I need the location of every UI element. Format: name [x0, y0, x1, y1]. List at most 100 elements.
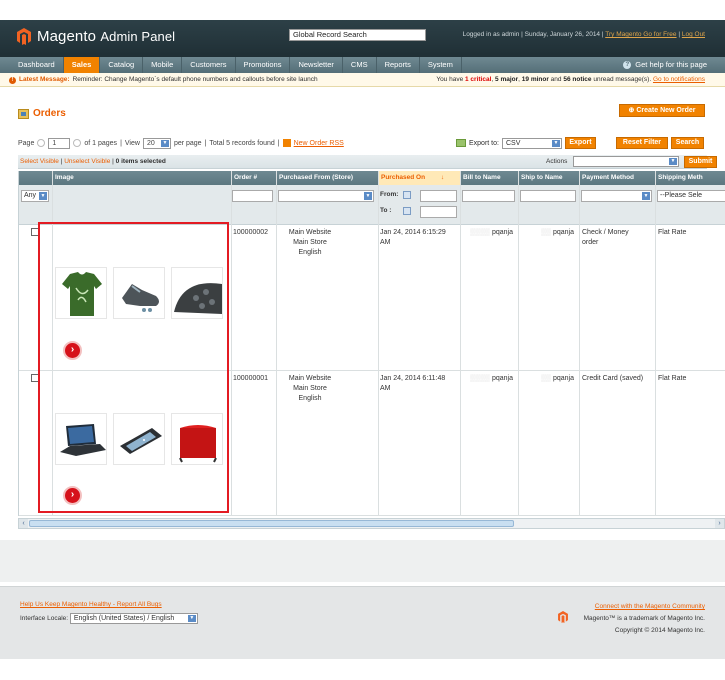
notifications-link[interactable]: Go to notifications	[653, 76, 705, 83]
page-number-input[interactable]: 1	[48, 137, 71, 149]
export-to-label: Export to:	[469, 139, 499, 147]
export-icon	[456, 139, 466, 147]
global-search-input[interactable]: Global Record Search	[289, 29, 426, 41]
create-new-order-label: Create New Order	[636, 107, 696, 114]
header-order-number[interactable]: Order #	[231, 171, 276, 185]
copyright-text: Copyright © 2014 Magento Inc.	[614, 627, 705, 634]
nav-cms[interactable]: CMS	[343, 57, 377, 73]
magento-logo[interactable]: Magento Admin Panel	[17, 28, 175, 45]
grid-filter-row: Any ▼ ▼ From: To : ▼ --Please Sele	[19, 185, 725, 225]
purchased-from-cell: Main Website Main Store English	[278, 374, 342, 404]
unselect-visible-link[interactable]: Unselect Visible	[64, 158, 110, 165]
nav-reports[interactable]: Reports	[377, 57, 420, 73]
massaction-filter-select[interactable]: Any ▼	[21, 190, 49, 202]
scroll-right-icon[interactable]: ›	[715, 519, 724, 528]
export-controls: Export to: CSV ▼ Export Reset Filter Sea…	[456, 137, 704, 149]
export-format-select[interactable]: CSV ▼	[501, 137, 562, 149]
header-purchased-from[interactable]: Purchased From (Store)	[276, 171, 378, 185]
column-divider	[518, 171, 519, 516]
report-bugs-link[interactable]: Help Us Keep Magento Healthy - Report Al…	[20, 601, 162, 608]
select-visible-link[interactable]: Select Visible	[20, 158, 59, 165]
per-page-select[interactable]: 20 ▼	[142, 137, 171, 149]
search-button[interactable]: Search	[670, 137, 704, 149]
header-date: Sunday, January 26, 2014	[524, 31, 601, 38]
column-divider	[655, 171, 656, 516]
export-button[interactable]: Export	[564, 137, 596, 149]
nav-promotions[interactable]: Promotions	[236, 57, 291, 73]
shipping-filter-select[interactable]: --Please Sele	[657, 190, 725, 202]
header-ship-to[interactable]: Ship to Name	[518, 171, 579, 185]
massaction-bar: Select Visible | Unselect Visible | 0 it…	[18, 155, 717, 169]
export-format-value: CSV	[505, 139, 521, 147]
header-image[interactable]: Image	[52, 171, 231, 185]
header-payment-method[interactable]: Payment Method	[579, 171, 655, 185]
nav-customers[interactable]: Customers	[182, 57, 236, 73]
calendar-to-icon[interactable]	[403, 207, 411, 215]
store-name: Main Store	[293, 385, 327, 392]
date-to-input[interactable]	[420, 206, 457, 218]
logo-title: Magento	[37, 28, 97, 45]
header-shipping-method[interactable]: Shipping Meth	[655, 171, 725, 185]
date-from-input[interactable]	[420, 190, 457, 202]
store-website: Main Website	[288, 375, 332, 382]
bill-to-name: ▒▒▒▒ pqanja	[470, 229, 513, 236]
nav-newsletter[interactable]: Newsletter	[290, 57, 343, 73]
nav-catalog[interactable]: Catalog	[100, 57, 144, 73]
actions-select[interactable]: ▼	[573, 156, 679, 167]
new-order-rss-link[interactable]: New Order RSS	[294, 140, 344, 147]
store-filter-select[interactable]: ▼	[278, 190, 374, 202]
community-link[interactable]: Connect with the Magento Community	[595, 603, 705, 610]
shipping-method: Flat Rate	[658, 229, 687, 236]
store-view: English	[298, 249, 322, 256]
nav-system[interactable]: System	[420, 57, 462, 73]
view-label: View	[124, 139, 140, 147]
order-number-filter[interactable]	[232, 190, 273, 202]
logout-link[interactable]: Log Out	[682, 31, 705, 38]
locale-value: English (United States) / English	[73, 615, 175, 622]
plus-icon: ⊕	[628, 107, 635, 114]
bill-to-name: ▒▒▒▒ pqanja	[470, 375, 513, 382]
pager: Page 1 of 1 pages | View 20 ▼ per page |…	[18, 137, 344, 149]
nav-dashboard[interactable]: Dashboard	[0, 57, 64, 73]
help-icon: ?	[623, 61, 632, 69]
scrollbar-thumb[interactable]	[29, 520, 514, 527]
chevron-down-icon: ▼	[160, 139, 169, 147]
create-new-order-button[interactable]: ⊕ Create New Order	[619, 104, 705, 117]
nav-sales[interactable]: Sales	[63, 57, 101, 73]
any-value: Any	[24, 192, 37, 199]
help-link[interactable]: ? Get help for this page	[623, 57, 707, 73]
nav-mobile[interactable]: Mobile	[143, 57, 183, 73]
main-navigation: Dashboard Sales Catalog Mobile Customers…	[0, 57, 725, 73]
shipping-method: Flat Rate	[658, 375, 687, 382]
logged-in-text: Logged in as admin	[462, 31, 520, 38]
chevron-down-icon: ▼	[39, 192, 47, 200]
submit-button[interactable]: Submit	[684, 156, 717, 168]
payment-filter-select[interactable]: ▼	[581, 190, 652, 202]
calendar-from-icon[interactable]	[403, 191, 411, 199]
logo-subtitle: Admin Panel	[100, 29, 176, 44]
footer: Help Us Keep Magento Healthy - Report Al…	[0, 586, 725, 659]
try-magento-go-link[interactable]: Try Magento Go for Free	[605, 31, 676, 38]
help-label: Get help for this page	[635, 60, 707, 69]
ship-to-filter[interactable]	[520, 190, 576, 202]
horizontal-scrollbar[interactable]: ‹ ›	[18, 518, 725, 529]
purchased-date: Jan 24, 2014 6:11:48	[380, 375, 446, 382]
next-page-icon[interactable]	[73, 139, 82, 147]
notice-count: 56 notice	[563, 76, 592, 83]
scroll-left-icon[interactable]: ‹	[19, 519, 28, 528]
header-user-info: Logged in as admin | Sunday, January 26,…	[462, 31, 705, 38]
column-divider	[378, 171, 379, 516]
reset-filter-button[interactable]: Reset Filter	[615, 137, 668, 149]
column-divider	[579, 171, 580, 516]
payment-method-cell: Credit Card (saved)	[582, 374, 643, 384]
chevron-down-icon: ▼	[187, 615, 196, 622]
bill-to-value: pqanja	[491, 375, 513, 382]
header-purchased-on[interactable]: Purchased On ↓	[378, 171, 460, 185]
prev-page-icon[interactable]	[37, 139, 46, 147]
header-bill-to[interactable]: Bill to Name	[460, 171, 518, 185]
chevron-down-icon: ▼	[669, 158, 677, 165]
latest-message-text: Reminder: Change Magento`s default phone…	[72, 76, 318, 83]
magento-footer-logo-icon	[558, 611, 568, 623]
bill-to-filter[interactable]	[462, 190, 515, 202]
locale-select[interactable]: English (United States) / English ▼	[69, 613, 198, 624]
